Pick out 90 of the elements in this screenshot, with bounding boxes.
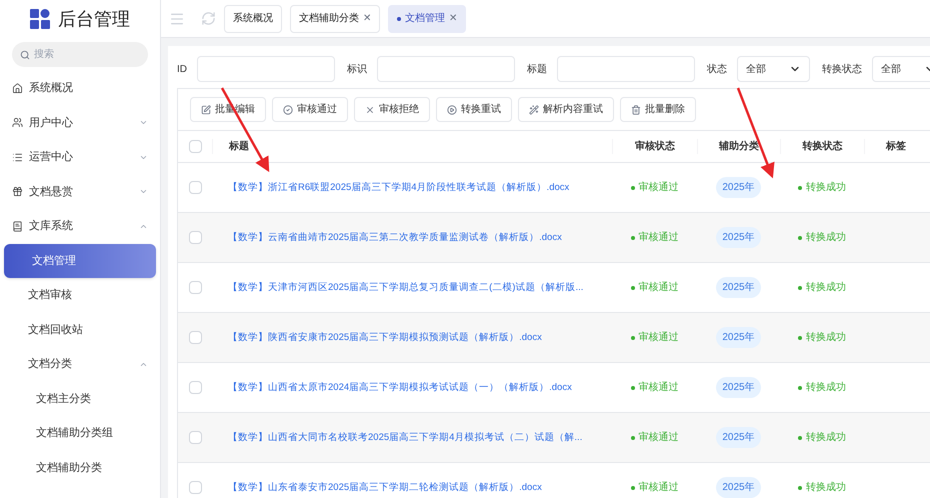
category-tag: 2025年: [716, 227, 761, 248]
status-select[interactable]: 全部: [872, 56, 930, 82]
convert-status: 转换成功: [806, 430, 846, 445]
sidebar-item[interactable]: 用户中心: [0, 106, 160, 140]
app-title: 后台管理: [58, 8, 130, 30]
sidebar-item[interactable]: 文库系统: [0, 209, 160, 244]
play-icon: [447, 104, 457, 114]
close-icon[interactable]: ✕: [449, 11, 457, 26]
convert-status: 转换成功: [806, 280, 846, 295]
column-header: 转换状态: [780, 139, 864, 154]
document-title-link[interactable]: 【数学】天津市河西区2025届高三下学期总复习质量调查二(二模)试题（解析版...: [228, 282, 584, 293]
sidebar-item[interactable]: 文档悬赏: [0, 174, 160, 209]
filter-input[interactable]: [557, 56, 695, 82]
filter-label: 状态: [707, 62, 727, 76]
filter-input[interactable]: [197, 56, 335, 82]
page-tab[interactable]: 系统概况: [224, 4, 282, 32]
convert-status: 转换成功: [806, 380, 846, 395]
close-icon[interactable]: ✕: [363, 11, 371, 26]
sidebar-item[interactable]: 运营中心: [0, 140, 160, 174]
gift-icon: [12, 186, 23, 198]
column-header: 辅助分类: [697, 139, 780, 154]
document-title-link[interactable]: 【数学】山东省泰安市2025届高三下学期二轮检测试题（解析版）.docx: [228, 482, 542, 493]
sidebar-item[interactable]: 文档分类: [0, 347, 160, 382]
sidebar-item[interactable]: 文档回收站: [0, 312, 160, 347]
sidebar-item[interactable]: 文档主分类: [0, 382, 160, 416]
sidebar-item[interactable]: 系统概况: [0, 71, 160, 106]
review-status: 审核通过: [638, 380, 678, 395]
filter-label: 标识: [347, 62, 367, 76]
search-input[interactable]: 搜索: [34, 47, 134, 62]
row-checkbox[interactable]: [188, 431, 202, 444]
review-status: 审核通过: [638, 280, 678, 295]
document-title-link[interactable]: 【数学】山西省太原市2024届高三下学期模拟考试试题（一）（解析版）.docx: [228, 382, 572, 393]
document-title-link[interactable]: 【数学】山西省大同市名校联考2025届高三下学期4月模拟考试（二）试题（解...: [228, 432, 582, 443]
page-tab[interactable]: 文档辅助分类 ✕: [290, 4, 380, 32]
sidebar-item[interactable]: 文档审核: [0, 278, 160, 312]
filter-label: 转换状态: [822, 62, 862, 76]
category-tag: 2025年: [716, 327, 761, 348]
select-all-checkbox[interactable]: [188, 140, 202, 153]
filter-label: ID: [177, 62, 187, 76]
row-checkbox[interactable]: [188, 381, 202, 394]
column-header: 标签: [864, 139, 927, 154]
filter-input[interactable]: [377, 56, 515, 82]
review-status: 审核通过: [638, 480, 678, 495]
users-icon: [12, 117, 23, 128]
document-title-link[interactable]: 【数学】浙江省R6联盟2025届高三下学期4月阶段性联考试题（解析版）.docx: [228, 182, 570, 193]
toolbar-button[interactable]: 批量删除: [620, 97, 696, 122]
row-checkbox[interactable]: [188, 331, 202, 344]
review-status: 审核通过: [638, 330, 678, 345]
column-header: 审核状态: [612, 139, 697, 154]
edit-icon: [201, 104, 211, 114]
column-header: 标题: [212, 139, 612, 154]
sidebar-item[interactable]: 文档管理: [4, 244, 156, 278]
filter-label: 标题: [527, 62, 547, 76]
wand-icon: [529, 104, 539, 114]
close-icon: [365, 104, 375, 114]
sidebar-item[interactable]: 文档辅助分类组: [0, 416, 160, 450]
convert-status: 转换成功: [806, 180, 846, 195]
menu-icon[interactable]: [169, 10, 185, 26]
search-field[interactable]: 搜索: [12, 42, 148, 67]
review-status: 审核通过: [638, 180, 678, 195]
home-icon: [12, 82, 23, 94]
search-icon: [20, 50, 30, 60]
convert-status: 转换成功: [806, 230, 846, 245]
document-title-link[interactable]: 【数学】陕西省安康市2025届高三下学期模拟预测试题（解析版）.docx: [228, 332, 542, 343]
page-tab[interactable]: 文档管理 ✕: [388, 4, 466, 32]
refresh-icon[interactable]: [201, 11, 216, 26]
trash-icon: [631, 104, 641, 114]
category-tag: 2025年: [716, 477, 761, 498]
status-select[interactable]: 全部: [737, 56, 810, 82]
category-tag: 2025年: [716, 427, 761, 448]
category-tag: 2025年: [716, 377, 761, 398]
row-checkbox[interactable]: [188, 281, 202, 294]
document-title-link[interactable]: 【数学】云南省曲靖市2025届高三第二次教学质量监测试卷（解析版）.docx: [228, 232, 562, 243]
toolbar-button[interactable]: 审核拒绝: [354, 97, 430, 122]
check-circle-icon: [283, 104, 293, 114]
convert-status: 转换成功: [806, 330, 846, 345]
toolbar-button[interactable]: 解析内容重试: [518, 97, 614, 122]
book-icon: [12, 220, 23, 232]
convert-status: 转换成功: [806, 480, 846, 495]
toolbar-button[interactable]: 审核通过: [272, 97, 348, 122]
review-status: 审核通过: [638, 430, 678, 445]
category-tag: 2025年: [716, 177, 761, 198]
row-checkbox[interactable]: [188, 181, 202, 194]
row-checkbox[interactable]: [188, 481, 202, 494]
row-checkbox[interactable]: [188, 231, 202, 244]
sidebar-item[interactable]: 文档辅助分类: [0, 450, 160, 485]
toolbar-button[interactable]: 转换重试: [436, 97, 512, 122]
logo-icon: [30, 9, 50, 29]
category-tag: 2025年: [716, 277, 761, 298]
review-status: 审核通过: [638, 230, 678, 245]
